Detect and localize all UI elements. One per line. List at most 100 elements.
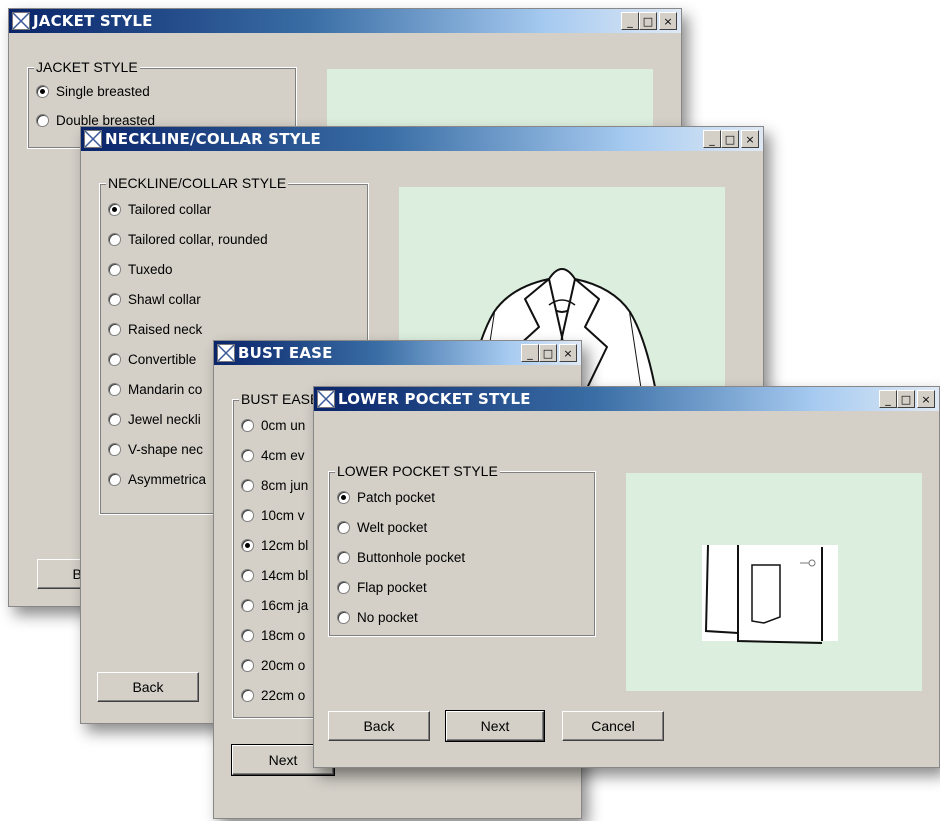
radio-label: Asymmetrica xyxy=(128,472,207,487)
radio-indicator[interactable] xyxy=(108,323,121,336)
radio-label: 14cm bl xyxy=(261,568,309,583)
title-bar[interactable]: JACKET STYLE _ □ × xyxy=(9,9,681,33)
close-button[interactable]: × xyxy=(659,12,677,30)
radio-label: Mandarin co xyxy=(128,382,203,397)
radio-buttonhole-pocket[interactable]: Buttonhole pocket xyxy=(337,550,465,565)
back-button[interactable]: Back xyxy=(97,672,199,702)
back-button[interactable]: Back xyxy=(328,711,430,741)
radio-bust-14cm[interactable]: 14cm bl xyxy=(241,568,308,583)
radio-indicator[interactable] xyxy=(241,689,254,702)
next-button[interactable]: Next xyxy=(445,710,545,742)
minimize-button[interactable]: _ xyxy=(703,130,721,148)
radio-patch-pocket[interactable]: Patch pocket xyxy=(337,490,435,505)
close-button[interactable]: × xyxy=(917,390,935,408)
radio-indicator[interactable] xyxy=(241,539,254,552)
radio-jewel-neckline[interactable]: Jewel neckli xyxy=(108,412,201,427)
radio-convertible[interactable]: Convertible xyxy=(108,352,196,367)
radio-bust-8cm[interactable]: 8cm jun xyxy=(241,478,308,493)
radio-indicator[interactable] xyxy=(108,413,121,426)
radio-bust-10cm[interactable]: 10cm v xyxy=(241,508,305,523)
radio-indicator[interactable] xyxy=(337,581,350,594)
title-bar[interactable]: NECKLINE/COLLAR STYLE _ □ × xyxy=(81,127,763,151)
radio-v-shape-neck[interactable]: V-shape nec xyxy=(108,442,203,457)
radio-indicator[interactable] xyxy=(36,85,49,98)
radio-indicator[interactable] xyxy=(36,114,49,127)
radio-tailored-collar[interactable]: Tailored collar xyxy=(108,202,211,217)
close-button[interactable]: × xyxy=(741,130,759,148)
radio-label: 18cm o xyxy=(261,628,306,643)
radio-indicator[interactable] xyxy=(241,659,254,672)
radio-label: V-shape nec xyxy=(128,442,204,457)
window-icon xyxy=(317,390,335,408)
radio-label: 0cm un xyxy=(261,418,306,433)
radio-shawl-collar[interactable]: Shawl collar xyxy=(108,292,201,307)
radio-no-pocket[interactable]: No pocket xyxy=(337,610,418,625)
minimize-button[interactable]: _ xyxy=(621,12,639,30)
radio-indicator[interactable] xyxy=(337,521,350,534)
radio-welt-pocket[interactable]: Welt pocket xyxy=(337,520,427,535)
window-title: NECKLINE/COLLAR STYLE xyxy=(105,130,322,148)
radio-indicator[interactable] xyxy=(108,473,121,486)
radio-single-breasted[interactable]: Single breasted xyxy=(36,84,150,99)
radio-indicator[interactable] xyxy=(108,233,121,246)
radio-indicator[interactable] xyxy=(337,611,350,624)
radio-tailored-collar-rounded[interactable]: Tailored collar, rounded xyxy=(108,232,268,247)
window-icon xyxy=(84,130,102,148)
pocket-illustration xyxy=(702,544,838,644)
radio-indicator[interactable] xyxy=(337,551,350,564)
radio-indicator[interactable] xyxy=(108,353,121,366)
radio-label: Patch pocket xyxy=(357,490,436,505)
radio-label: Tailored collar xyxy=(128,202,212,217)
radio-label: Convertible xyxy=(128,352,197,367)
radio-label: 20cm o xyxy=(261,658,306,673)
maximize-button[interactable]: □ xyxy=(897,390,915,408)
radio-indicator[interactable] xyxy=(241,479,254,492)
minimize-button[interactable]: _ xyxy=(879,390,897,408)
radio-raised-neck[interactable]: Raised neck xyxy=(108,322,202,337)
radio-indicator[interactable] xyxy=(108,443,121,456)
close-button[interactable]: × xyxy=(559,344,577,362)
radio-label: Raised neck xyxy=(128,322,203,337)
radio-label: 12cm bl xyxy=(261,538,309,553)
radio-asymmetrical[interactable]: Asymmetrica xyxy=(108,472,206,487)
radio-indicator[interactable] xyxy=(241,419,254,432)
lower-pocket-window: LOWER POCKET STYLE _ □ × LOWER POCKET ST… xyxy=(313,386,940,768)
window-icon xyxy=(12,12,30,30)
title-bar[interactable]: LOWER POCKET STYLE _ □ × xyxy=(314,387,939,411)
radio-label: Tailored collar, rounded xyxy=(128,232,268,247)
radio-mandarin-collar[interactable]: Mandarin co xyxy=(108,382,202,397)
window-title: JACKET STYLE xyxy=(33,12,153,30)
radio-bust-4cm[interactable]: 4cm ev xyxy=(241,448,305,463)
radio-indicator[interactable] xyxy=(108,293,121,306)
radio-indicator[interactable] xyxy=(241,599,254,612)
radio-bust-12cm[interactable]: 12cm bl xyxy=(241,538,308,553)
group-label: LOWER POCKET STYLE xyxy=(335,463,500,479)
radio-label: 16cm ja xyxy=(261,598,309,613)
group-label: NECKLINE/COLLAR STYLE xyxy=(106,175,289,191)
radio-bust-22cm[interactable]: 22cm o xyxy=(241,688,305,703)
radio-indicator[interactable] xyxy=(337,491,350,504)
radio-bust-16cm[interactable]: 16cm ja xyxy=(241,598,308,613)
radio-indicator[interactable] xyxy=(108,383,121,396)
maximize-button[interactable]: □ xyxy=(721,130,739,148)
radio-indicator[interactable] xyxy=(241,449,254,462)
radio-indicator[interactable] xyxy=(108,203,121,216)
cancel-button[interactable]: Cancel xyxy=(562,711,664,741)
radio-indicator[interactable] xyxy=(241,509,254,522)
group-label: JACKET STYLE xyxy=(34,59,140,75)
radio-tuxedo[interactable]: Tuxedo xyxy=(108,262,173,277)
radio-bust-18cm[interactable]: 18cm o xyxy=(241,628,305,643)
radio-indicator[interactable] xyxy=(241,569,254,582)
title-bar[interactable]: BUST EASE _ □ × xyxy=(214,341,581,365)
maximize-button[interactable]: □ xyxy=(539,344,557,362)
window-title: LOWER POCKET STYLE xyxy=(338,390,531,408)
radio-bust-20cm[interactable]: 20cm o xyxy=(241,658,305,673)
minimize-button[interactable]: _ xyxy=(521,344,539,362)
radio-indicator[interactable] xyxy=(241,629,254,642)
radio-indicator[interactable] xyxy=(108,263,121,276)
radio-bust-0cm[interactable]: 0cm un xyxy=(241,418,305,433)
window-icon xyxy=(217,344,235,362)
maximize-button[interactable]: □ xyxy=(639,12,657,30)
radio-flap-pocket[interactable]: Flap pocket xyxy=(337,580,427,595)
group-label: BUST EASE xyxy=(239,391,322,407)
